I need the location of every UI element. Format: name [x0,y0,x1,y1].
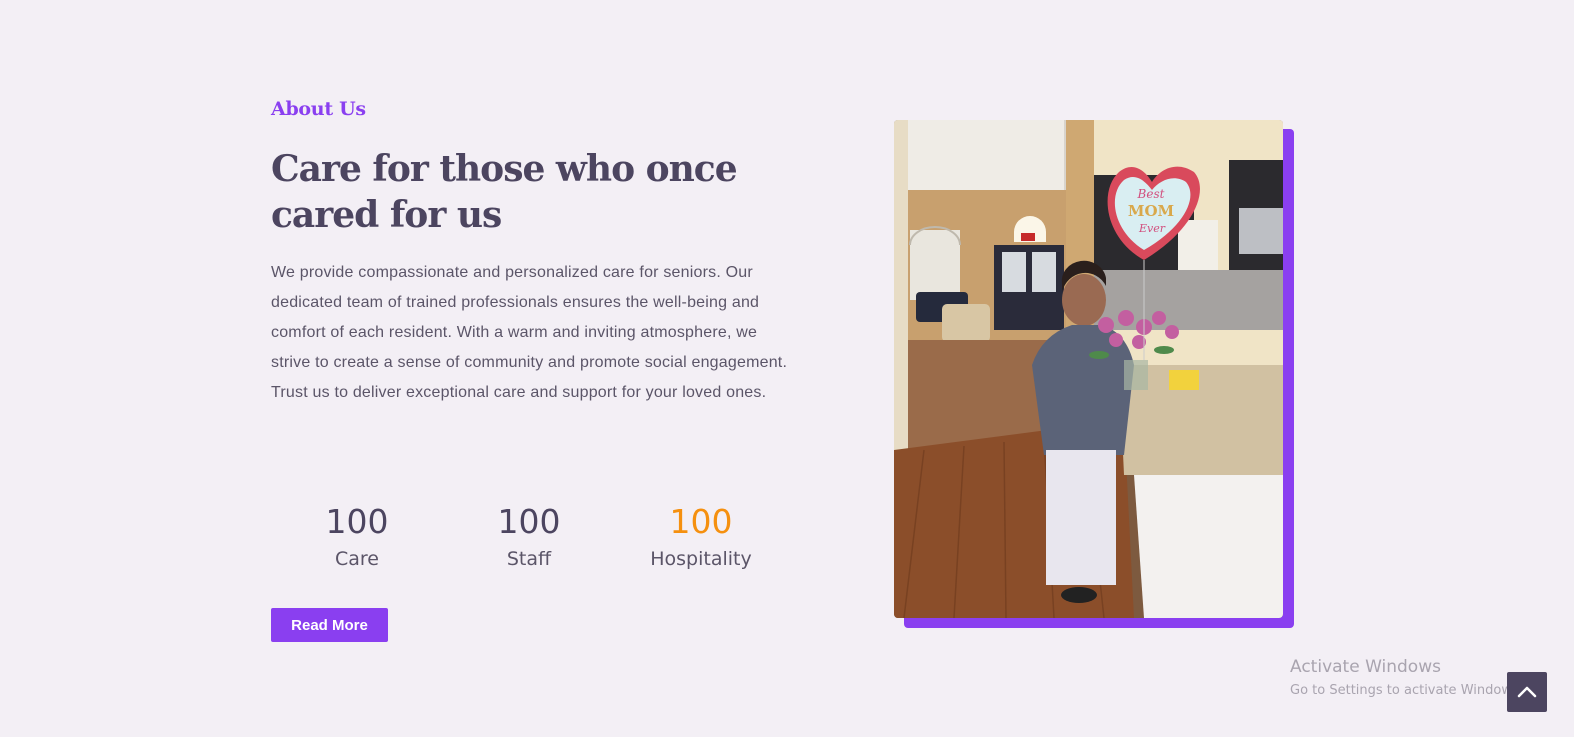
chevron-up-icon [1517,686,1537,698]
watermark-title: Activate Windows [1290,657,1441,677]
stats-row: 100 Care 100 Staff 100 Hospitality [271,500,791,570]
watermark-subtitle: Go to Settings to activate Windows. [1290,683,1523,698]
stat-hospitality: 100 Hospitality [615,500,787,570]
stat-staff-value: 100 [497,502,561,541]
svg-text:MOM: MOM [1128,202,1174,220]
stat-hospitality-value: 100 [669,502,733,541]
about-photo: Best MOM Ever [894,120,1283,618]
stat-hospitality-label: Hospitality [650,548,752,570]
svg-text:Best: Best [1137,187,1165,201]
stat-care-value: 100 [325,502,389,541]
stat-staff-label: Staff [506,548,552,570]
section-eyebrow: About Us [271,98,366,120]
section-description: We provide compassionate and personalize… [271,264,788,401]
windows-activation-watermark: Activate Windows Go to Settings to activ… [1290,657,1523,698]
about-section: About Us Care for those who once cared f… [0,0,1574,737]
scroll-to-top-button[interactable] [1507,672,1547,712]
stat-staff: 100 Staff [443,500,615,570]
stat-care: 100 Care [271,500,443,570]
read-more-button[interactable]: Read More [271,608,388,642]
stat-care-label: Care [335,548,379,570]
section-title: Care for those who once cared for us [271,148,738,236]
svg-text:Ever: Ever [1138,222,1166,235]
